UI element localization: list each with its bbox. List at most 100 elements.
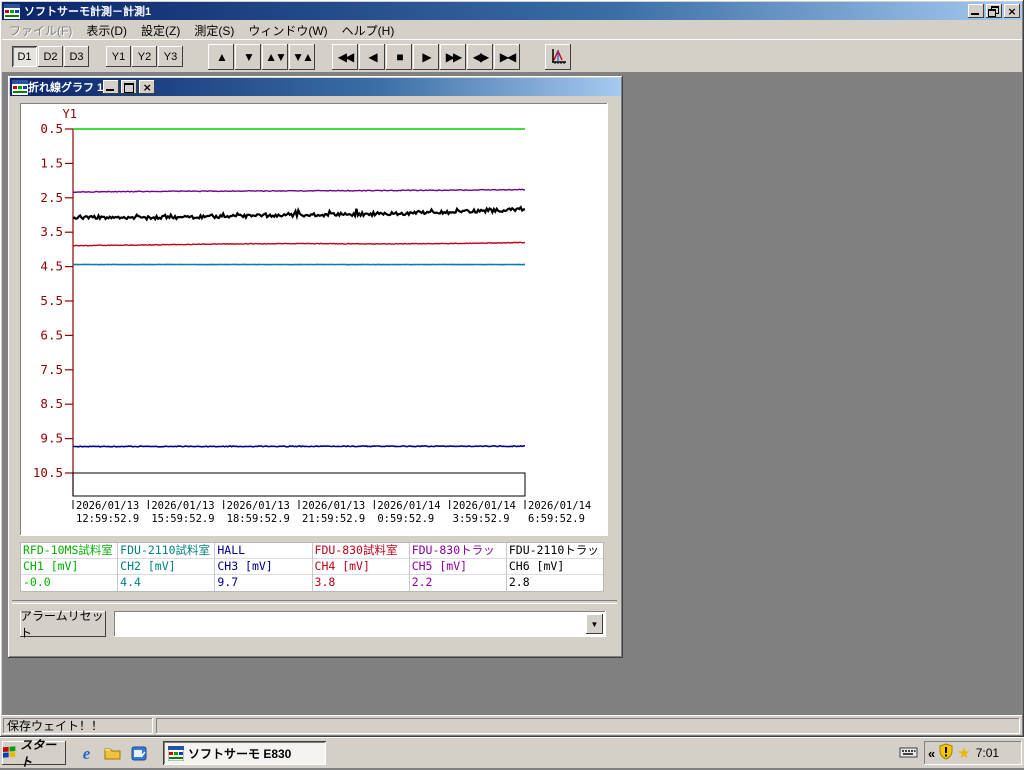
taskbar-app-label: ソフトサーモ E830: [188, 746, 292, 761]
graph-window-titlebar[interactable]: 折れ線グラフ 1 ×: [10, 78, 621, 96]
ch3-value: 9.7: [217, 575, 239, 589]
main-window: ソフトサーモ計測－計測1 × ファイル(F) 表示(D) 設定(Z) 測定(S)…: [0, 0, 1024, 737]
svg-text:2026/01/13: 2026/01/13: [227, 500, 290, 512]
taskbar-app-button[interactable]: ソフトサーモ E830: [163, 741, 326, 765]
svg-text:2.5: 2.5: [40, 190, 63, 205]
start-button[interactable]: スタート: [2, 738, 66, 769]
ch3-label: CH3 [mV]: [215, 559, 312, 575]
graph-close-button[interactable]: ×: [139, 80, 156, 94]
maximize-icon: [124, 83, 135, 93]
menu-settings[interactable]: 設定(Z): [134, 20, 187, 41]
folder-icon[interactable]: [104, 745, 121, 762]
alarm-combo-input[interactable]: [116, 613, 581, 635]
svg-text:2026/01/14: 2026/01/14: [528, 500, 591, 512]
ch5-device: FDU-830トラッ: [409, 543, 506, 559]
ch4-value: 3.8: [314, 575, 336, 589]
step-left-button[interactable]: ◀: [359, 43, 385, 70]
svg-text:2026/01/13: 2026/01/13: [76, 500, 139, 512]
ch2-device: FDU-2110試料室: [118, 543, 215, 559]
ch6-value: 2.8: [508, 575, 530, 589]
graph-icon: [551, 49, 566, 64]
tray-chevron[interactable]: «: [928, 747, 935, 760]
restore-icon: [988, 6, 999, 17]
chart-panel: Y1 0.5 1.5 2.5 3.5 4.5 5.5 6.5 7.5 8.5 9.5 10.5 2026…: [20, 103, 608, 536]
combo-dropdown-button[interactable]: ▼: [586, 614, 603, 634]
restore-button[interactable]: [986, 4, 1002, 18]
ch3-device: HALL: [215, 543, 312, 559]
compress-horizontal-button[interactable]: ▶◀: [494, 43, 520, 70]
legend-ch6: FDU-2110トラッ CH6 [mV] 2.8: [506, 543, 604, 591]
svg-text:21:59:52.9: 21:59:52.9: [302, 513, 365, 525]
update-star-icon[interactable]: ★: [957, 746, 970, 761]
window-title: ソフトサーモ計測－計測1: [24, 6, 152, 18]
menu-window[interactable]: ウィンドウ(W): [241, 20, 334, 41]
legend-ch5: FDU-830トラッ CH5 [mV] 2.2: [409, 543, 507, 591]
legend-ch1: RFD-10MS試料室 CH1 [mV] -0.0: [21, 543, 119, 591]
svg-text:2026/01/14: 2026/01/14: [453, 500, 516, 512]
keyboard-icon[interactable]: [899, 745, 918, 761]
menu-view[interactable]: 表示(D): [79, 20, 134, 41]
graph-window-icon: [12, 79, 28, 95]
graph-settings-button[interactable]: [545, 43, 571, 70]
mdi-area: 折れ線グラフ 1 × Y1 0.5 1.5 2.5 3.5 4.5 5.5 6.5 7.5 8.5…: [2, 72, 1022, 716]
graph-window: 折れ線グラフ 1 × Y1 0.5 1.5 2.5 3.5 4.5 5.5 6.5 7.5 8.5…: [8, 76, 623, 658]
ie-icon[interactable]: e: [78, 745, 95, 762]
compress-vertical-button[interactable]: ▼▲: [289, 43, 315, 70]
svg-text:15:59:52.9: 15:59:52.9: [151, 513, 214, 525]
alarm-reset-button[interactable]: アラームリセット: [20, 609, 106, 640]
d1-button[interactable]: D1: [12, 46, 37, 67]
svg-text:10.5: 10.5: [33, 465, 63, 480]
stop-button[interactable]: ■: [386, 43, 412, 70]
ch4-label: CH4 [mV]: [312, 559, 409, 575]
minimize-button[interactable]: [968, 4, 984, 18]
graph-maximize-button[interactable]: [121, 80, 138, 94]
status-message: 保存ウェイト！！: [3, 718, 153, 734]
close-icon: ×: [1007, 4, 1017, 18]
main-titlebar[interactable]: ソフトサーモ計測－計測1 ×: [2, 2, 1022, 20]
graph-window-title: 折れ線グラフ 1: [28, 82, 104, 94]
graph-minimize-button[interactable]: [103, 80, 120, 94]
ch1-label: CH1 [mV]: [21, 559, 118, 575]
close-button[interactable]: ×: [1004, 4, 1020, 18]
status-extra: [156, 718, 1020, 734]
ch5-label: CH5 [mV]: [409, 559, 506, 575]
taskbar: スタート e ソフトサーモ E830 « ★ 7:01: [0, 737, 1024, 769]
separator: [12, 600, 617, 604]
svg-text:3.5: 3.5: [40, 224, 63, 239]
d3-button[interactable]: D3: [64, 46, 89, 67]
svg-text:12:59:52.9: 12:59:52.9: [76, 513, 139, 525]
menu-file[interactable]: ファイル(F): [2, 20, 79, 41]
statusbar: 保存ウェイト！！: [2, 715, 1022, 735]
expand-vertical-button[interactable]: ▲▼: [262, 43, 288, 70]
clock[interactable]: 7:01: [976, 746, 999, 760]
svg-text:0.5: 0.5: [40, 121, 63, 136]
fast-forward-button[interactable]: ▶▶: [440, 43, 466, 70]
svg-text:2026/01/13: 2026/01/13: [151, 500, 214, 512]
y1-button[interactable]: Y1: [106, 46, 131, 67]
svg-text:6:59:52.9: 6:59:52.9: [528, 513, 585, 525]
close-icon: ×: [142, 80, 152, 94]
svg-text:4.5: 4.5: [40, 259, 63, 274]
alarm-combo[interactable]: ▼: [114, 611, 606, 637]
menu-help[interactable]: ヘルプ(H): [335, 20, 402, 41]
scroll-up-button[interactable]: ▲: [208, 43, 234, 70]
ch2-label: CH2 [mV]: [118, 559, 215, 575]
fast-rewind-button[interactable]: ◀◀: [332, 43, 358, 70]
legend-ch2: FDU-2110試料室 CH2 [mV] 4.4: [118, 543, 216, 591]
y3-button[interactable]: Y3: [158, 46, 183, 67]
y2-button[interactable]: Y2: [132, 46, 157, 67]
d2-button[interactable]: D2: [38, 46, 63, 67]
step-right-button[interactable]: ▶: [413, 43, 439, 70]
expand-horizontal-button[interactable]: ◀▶: [467, 43, 493, 70]
quick-launch: e: [78, 745, 147, 762]
ch6-device: FDU-2110トラッ: [506, 543, 604, 559]
ch1-device: RFD-10MS試料室: [21, 543, 118, 559]
svg-text:5.5: 5.5: [40, 293, 63, 308]
show-desktop-icon[interactable]: [130, 745, 147, 762]
windows-logo-icon: [2, 746, 16, 758]
security-shield-icon[interactable]: [938, 743, 954, 763]
scroll-down-button[interactable]: ▼: [235, 43, 261, 70]
minimize-icon: [971, 13, 979, 15]
line-chart: Y10.5 1.5 2.5 3.5 4.5 5.5 6.5 7.5 8.5 9.5 10.5 2026…: [33, 107, 591, 525]
menu-measure[interactable]: 測定(S): [187, 20, 241, 41]
